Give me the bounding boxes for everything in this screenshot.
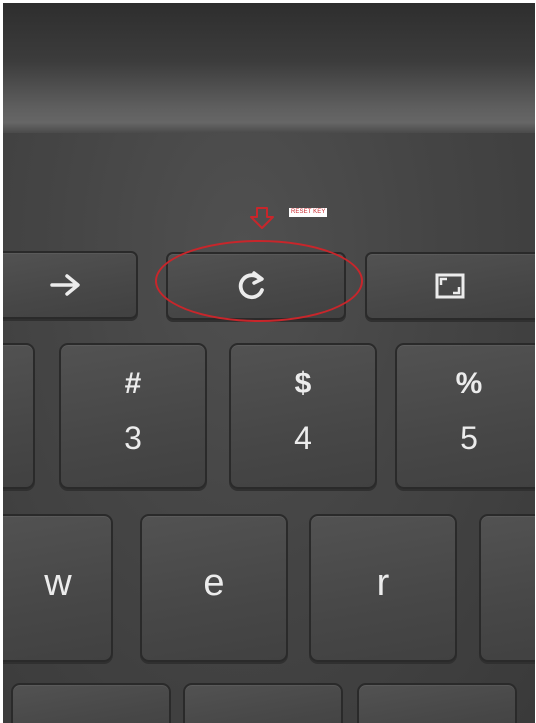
- key-number: 3: [124, 420, 142, 456]
- bottom-key-3[interactable]: [357, 683, 517, 723]
- key-3[interactable]: # 3: [59, 343, 207, 489]
- bottom-key-1[interactable]: [11, 683, 171, 723]
- highlight-ellipse: [155, 240, 363, 322]
- key-letter: r: [376, 562, 390, 604]
- forward-key[interactable]: [3, 251, 138, 319]
- fullscreen-icon: [357, 254, 535, 318]
- arrow-right-icon: [3, 253, 136, 317]
- key-r[interactable]: r: [309, 514, 457, 662]
- partial-key-right[interactable]: [479, 514, 535, 662]
- partial-key-left[interactable]: [3, 343, 35, 489]
- reset-key-tag: RESET KEY: [289, 208, 328, 217]
- key-letter: e: [203, 562, 225, 604]
- key-symbol: #: [124, 367, 142, 400]
- bottom-key-2[interactable]: [183, 683, 343, 723]
- key-w[interactable]: w: [3, 514, 113, 662]
- fullscreen-key[interactable]: [365, 252, 535, 320]
- key-symbol: %: [455, 367, 483, 400]
- key-e[interactable]: e: [140, 514, 288, 662]
- key-number: 5: [460, 420, 478, 456]
- key-5[interactable]: % 5: [395, 343, 535, 489]
- laptop-hinge: [3, 3, 535, 133]
- keyboard-photo: # 3 $ 4 % 5 w e r: [3, 3, 535, 723]
- key-symbol: $: [294, 367, 312, 400]
- key-number: 4: [294, 420, 312, 456]
- key-letter: w: [44, 562, 72, 604]
- key-4[interactable]: $ 4: [229, 343, 377, 489]
- down-arrow-icon: [250, 207, 274, 229]
